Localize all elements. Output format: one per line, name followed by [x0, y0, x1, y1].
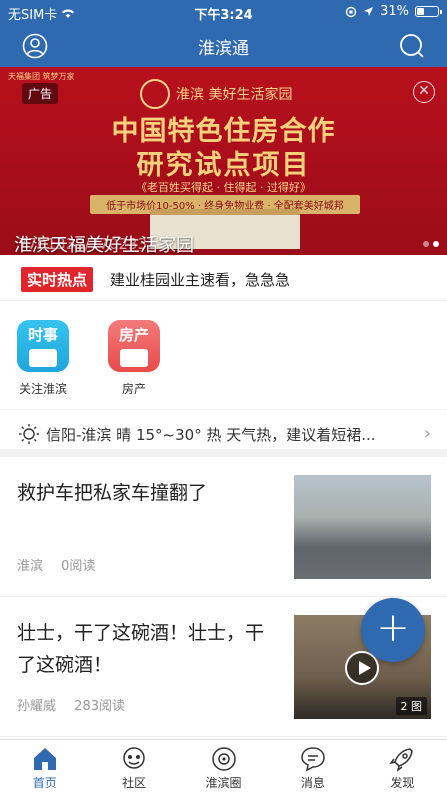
- banner-brand: 天福集团 筑梦万家: [8, 72, 75, 81]
- article-source: 孙耀威: [17, 699, 57, 714]
- hot-badge: 实时热点: [21, 267, 94, 292]
- hot-news-bar[interactable]: 实时热点 建业桂园业主速看，急急急: [0, 255, 447, 301]
- article-meta: 孙耀威 283阅读: [17, 695, 125, 714]
- banner-logo: 淮滨 美好生活家园: [140, 79, 292, 109]
- tab-messages[interactable]: 消息: [268, 740, 357, 794]
- channel-current-affairs[interactable]: 时事 关注淮滨: [13, 320, 73, 397]
- article-source: 淮滨: [17, 559, 44, 574]
- brand-logo-icon: [140, 79, 170, 109]
- rocket-icon: [389, 748, 414, 772]
- community-icon: [123, 747, 145, 769]
- banner-slogan: 《老百姓买得起 · 住得起 · 过得好》: [136, 181, 311, 194]
- channel-name: 房产: [121, 382, 146, 396]
- picture-count: 2 图: [395, 697, 427, 715]
- banner-ad[interactable]: 天福集团 筑梦万家 淮滨 美好生活家园 广告 ✕ 中国特色住房合作 研究试点项目…: [0, 67, 447, 255]
- channel-name: 关注淮滨: [18, 382, 67, 396]
- article-title: 救护车把私家车撞翻了: [17, 482, 208, 504]
- article-item[interactable]: 救护车把私家车撞翻了 淮滨 0阅读: [0, 457, 447, 597]
- channel-grid: 时事 关注淮滨 房产 房产: [0, 302, 447, 410]
- article-meta: 淮滨 0阅读: [17, 555, 95, 574]
- hot-news-text[interactable]: 建业桂园业主速看，急急急: [110, 269, 290, 290]
- banner-headline-2: 研究试点项目: [136, 150, 311, 181]
- page-title: 淮滨通: [198, 39, 249, 59]
- top-bar: 无SIM卡 下午3:24 31% 淮滨通: [0, 0, 447, 67]
- article-reads: 283阅读: [74, 699, 125, 714]
- article-title: 壮士，干了这碗酒！壮士，干了这碗酒！: [17, 622, 265, 676]
- status-bar: 无SIM卡 下午3:24 31%: [0, 0, 447, 24]
- circle-icon: [211, 747, 236, 771]
- orientation-lock-icon: [345, 6, 357, 17]
- channel-real-estate[interactable]: 房产 房产: [104, 320, 164, 397]
- chevron-right-icon: ›: [423, 423, 431, 444]
- add-post-button[interactable]: +: [361, 598, 425, 662]
- tab-circle[interactable]: 淮滨圈: [179, 740, 268, 794]
- ad-label: 广告: [22, 83, 59, 104]
- tab-home[interactable]: 首页: [0, 740, 89, 794]
- close-icon[interactable]: ✕: [413, 81, 435, 103]
- article-thumbnail: [294, 475, 431, 579]
- carousel-dot-active[interactable]: [433, 241, 439, 247]
- tab-community[interactable]: 社区: [89, 740, 178, 794]
- bottom-tab-bar: 首页 社区 淮滨圈 消息 发现: [0, 739, 447, 794]
- sun-icon: [19, 424, 39, 444]
- carousel-dots: [423, 241, 439, 247]
- nav-bar: 淮滨通: [0, 28, 447, 66]
- weather-bar[interactable]: 信阳-淮滨 晴 15°~30° 热 天气热，建议着短裙... ›: [0, 411, 447, 457]
- article-reads: 0阅读: [61, 559, 96, 574]
- home-icon: [33, 748, 56, 770]
- weather-text: 信阳-淮滨 晴 15°~30° 热 天气热，建议着短裙...: [46, 426, 376, 444]
- battery-icon: [415, 6, 442, 17]
- location-icon: [364, 7, 374, 16]
- banner-caption: 淮滨天福美好生活家园: [14, 235, 194, 255]
- message-icon: [301, 747, 325, 772]
- search-icon[interactable]: [399, 33, 425, 59]
- battery-percent: 31%: [380, 4, 409, 19]
- chat-icon: 时事: [17, 320, 69, 372]
- house-icon: 房产: [108, 320, 160, 372]
- tab-discover[interactable]: 发现: [358, 740, 447, 794]
- carousel-dot[interactable]: [423, 241, 429, 247]
